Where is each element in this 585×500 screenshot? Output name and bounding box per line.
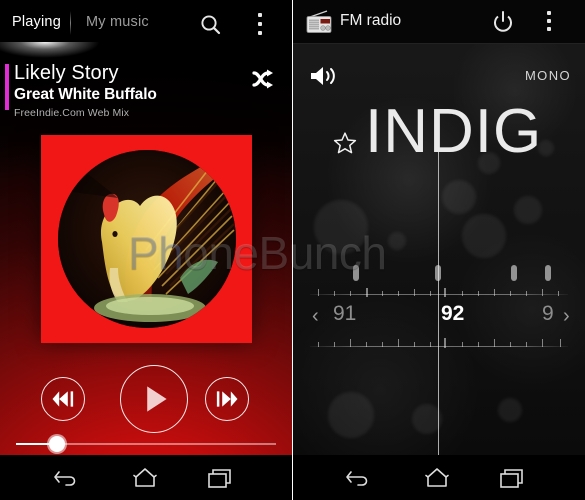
home-icon[interactable] [130,464,160,492]
tick [334,291,335,296]
tick [318,289,319,296]
recent-apps-icon[interactable] [497,464,527,492]
tick [414,342,415,347]
bokeh-dot [442,180,476,214]
tick [414,289,415,296]
seek-knob[interactable] [48,436,65,452]
tick [478,291,479,296]
overflow-menu-icon[interactable] [258,13,264,37]
tick [318,342,319,347]
bokeh-dot [314,200,368,254]
track-album: FreeIndie.Com Web Mix [14,107,130,119]
tick [542,289,543,296]
tick [350,339,351,347]
audio-mode-label: MONO [524,68,571,83]
album-artwork[interactable] [40,135,252,343]
tick [430,291,431,296]
tick [430,342,431,347]
chevron-left-icon[interactable]: ‹ [312,305,319,328]
tab-divider [70,11,71,35]
tick [462,291,463,296]
home-icon[interactable] [422,464,452,492]
transport-controls [0,363,292,433]
power-icon[interactable] [490,9,516,35]
tick [526,342,527,347]
tuner-scale-bottom [310,338,568,352]
navigation-bar-right [292,455,585,500]
tab-my-music[interactable]: My music [86,14,149,30]
tuner-indicator-line [438,140,439,458]
previous-frequency[interactable]: 91 [333,302,356,326]
play-button[interactable] [120,365,188,433]
tick [398,291,399,296]
tick-major [366,288,368,297]
back-icon[interactable] [52,464,82,492]
accent-bar [5,64,9,110]
seek-bar[interactable] [16,435,276,453]
music-player-screen: Playing My music Likely Story Great Whit… [0,0,292,500]
shuffle-icon[interactable] [250,68,278,90]
back-icon[interactable] [344,464,374,492]
tab-playing[interactable]: Playing [12,14,61,30]
tick [558,291,559,296]
bokeh-dot [514,196,542,224]
tick [510,291,511,296]
recent-apps-icon[interactable] [205,464,235,492]
now-playing-info: Likely Story Great White Buffalo FreeInd… [0,62,292,126]
scale-baseline [310,294,568,295]
tick [560,339,561,347]
radio-title-bar: FM radio [292,0,585,44]
bokeh-dot [388,232,406,250]
chevron-right-icon[interactable]: › [563,305,570,328]
panel-divider [292,0,293,500]
preset-marker[interactable] [353,265,359,281]
star-icon[interactable] [332,130,358,156]
player-tab-bar: Playing My music [0,0,292,58]
navigation-bar-left [0,455,292,500]
tick [382,291,383,296]
tick [382,342,383,347]
search-icon[interactable] [198,12,224,38]
bokeh-dot [462,214,506,258]
overflow-menu-icon[interactable] [547,11,553,33]
tick [510,342,511,347]
tick [494,289,495,296]
tick [334,342,335,347]
preset-marker[interactable] [511,265,517,281]
fm-radio-screen: FM radio MONO INDIG ‹ 91 92 9 › [292,0,585,500]
tick [526,291,527,296]
next-track-button[interactable] [205,377,249,421]
tick-major [444,288,446,297]
speaker-volume-icon[interactable] [308,62,340,90]
app-title: FM radio [340,12,402,29]
tick [462,342,463,347]
station-name: INDIG [365,97,543,166]
tuner-scale-top [310,288,568,302]
album-artwork-circle [57,150,236,328]
tick [398,339,399,347]
bokeh-dot [498,398,522,422]
previous-track-button[interactable] [41,377,85,421]
tick [494,339,495,347]
scale-baseline [310,346,568,347]
tick [350,291,351,296]
tick [542,339,543,347]
tick-major [444,338,446,348]
current-frequency: 92 [441,302,465,325]
tick [478,342,479,347]
dual-phone-screenshot: Playing My music Likely Story Great Whit… [0,0,585,500]
active-tab-indicator [0,42,100,58]
next-frequency[interactable]: 9 [542,302,554,326]
tick [366,342,367,347]
buffalo-painting [57,150,236,328]
fm-radio-icon [305,10,333,34]
bokeh-dot [328,392,374,438]
preset-marker[interactable] [545,265,551,281]
